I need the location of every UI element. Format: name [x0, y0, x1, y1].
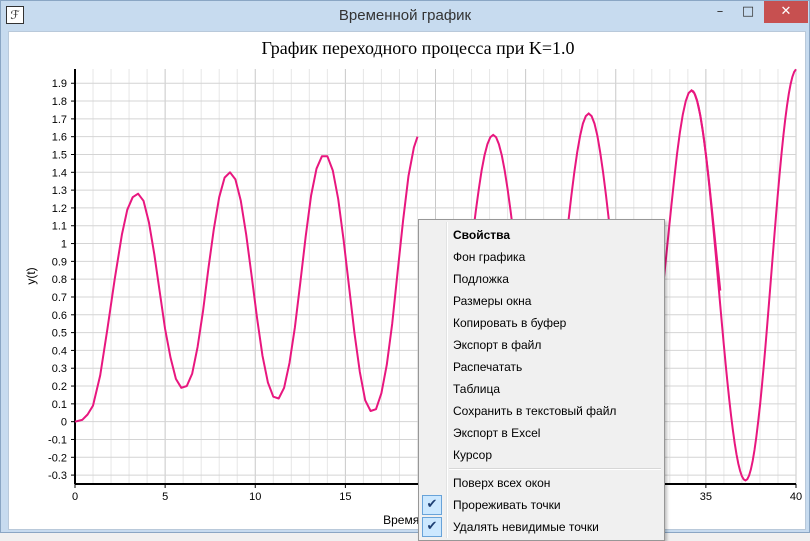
- menu-item[interactable]: Курсор: [421, 444, 662, 466]
- chart-area[interactable]: 0510152025303540-0.3-0.2-0.100.10.20.30.…: [8, 31, 806, 541]
- y-axis-label: y(t): [24, 267, 38, 284]
- y-tick-label: 0.2: [52, 381, 67, 393]
- y-tick-label: 1.3: [52, 185, 67, 197]
- menu-item-label: Копировать в буфер: [453, 316, 567, 330]
- y-tick-label: 1.1: [52, 221, 67, 233]
- y-tick-label: 1.6: [52, 132, 67, 144]
- y-tick-label: 1.5: [52, 149, 67, 161]
- menu-item[interactable]: Копировать в буфер: [421, 312, 662, 334]
- menu-item-label: Курсор: [453, 448, 493, 462]
- y-tick-label: 0.5: [52, 328, 67, 340]
- y-tick-label: 0.8: [52, 274, 67, 286]
- menu-toggle-item[interactable]: ✔ Удалять невидимые точки: [421, 516, 662, 538]
- y-tick-label: 0.7: [52, 292, 67, 304]
- chart-title: График переходного процесса при K=1.0: [261, 38, 574, 58]
- checkmark-icon: ✔: [422, 495, 442, 515]
- menu-item-label: Подложка: [453, 272, 509, 286]
- y-tick-label: 1.4: [52, 167, 67, 179]
- y-tick-label: 1.2: [52, 203, 67, 215]
- y-tick-label: 1.9: [52, 78, 67, 90]
- menu-item-label: Поверх всех окон: [453, 476, 551, 490]
- y-tick-label: 1.8: [52, 96, 67, 108]
- menu-separator: [449, 468, 661, 470]
- window-title: Временной график: [338, 7, 472, 24]
- menu-item-label: Экспорт в файл: [453, 338, 542, 352]
- y-tick-label: 1.7: [52, 114, 67, 126]
- menu-item-label: Удалять невидимые точки: [453, 520, 599, 534]
- menu-item[interactable]: Распечатать: [421, 356, 662, 378]
- x-tick-label: 40: [790, 491, 802, 503]
- y-tick-label: -0.2: [48, 452, 67, 464]
- y-tick-label: 0.4: [52, 345, 67, 357]
- menu-item-label: Свойства: [453, 228, 511, 242]
- x-tick-label: 10: [249, 491, 261, 503]
- y-tick-label: 1: [61, 239, 67, 251]
- menu-item[interactable]: Экспорт в файл: [421, 334, 662, 356]
- menu-item[interactable]: Фон графика: [421, 246, 662, 268]
- x-tick-label: 15: [339, 491, 351, 503]
- menu-item[interactable]: Таблица: [421, 378, 662, 400]
- menu-item[interactable]: Подложка: [421, 268, 662, 290]
- menu-toggle-item[interactable]: Поверх всех окон: [421, 472, 662, 494]
- menu-toggle-item[interactable]: ✔ Прореживать точки: [421, 494, 662, 516]
- menu-item[interactable]: Свойства: [421, 224, 662, 246]
- x-tick-label: 5: [162, 491, 168, 503]
- menu-item-label: Таблица: [453, 382, 501, 396]
- menu-item-label: Фон графика: [453, 250, 526, 264]
- app-window: ℱ Временной график – □ ✕ 051015202530354…: [0, 0, 810, 541]
- maximize-button[interactable]: □: [733, 1, 763, 23]
- minimize-button[interactable]: –: [705, 1, 735, 23]
- menu-item-label: Прореживать точки: [453, 498, 561, 512]
- y-tick-label: 0.1: [52, 399, 67, 411]
- transient-chart[interactable]: 0510152025303540-0.3-0.2-0.100.10.20.30.…: [9, 32, 805, 529]
- y-tick-label: 0.9: [52, 256, 67, 268]
- title-bar[interactable]: ℱ Временной график – □ ✕: [1, 1, 809, 31]
- checkmark-icon: ✔: [422, 517, 442, 537]
- y-tick-label: -0.1: [48, 434, 67, 446]
- menu-item[interactable]: Сохранить в текстовый файл: [421, 400, 662, 422]
- menu-item-label: Распечатать: [453, 360, 523, 374]
- y-tick-label: -0.3: [48, 470, 67, 482]
- menu-item[interactable]: Экспорт в Excel: [421, 422, 662, 444]
- menu-item-label: Размеры окна: [453, 294, 532, 308]
- x-tick-label: 0: [72, 491, 78, 503]
- menu-item-label: Сохранить в текстовый файл: [453, 404, 617, 418]
- menu-item-label: Экспорт в Excel: [453, 426, 541, 440]
- y-tick-label: 0.6: [52, 310, 67, 322]
- x-tick-label: 35: [700, 491, 712, 503]
- y-tick-label: 0.3: [52, 363, 67, 375]
- y-tick-label: 0: [61, 417, 67, 429]
- close-button[interactable]: ✕: [764, 1, 808, 23]
- context-menu: Свойства Фон графика Подложка Размеры окна К…: [418, 219, 665, 541]
- menu-item[interactable]: Размеры окна: [421, 290, 662, 312]
